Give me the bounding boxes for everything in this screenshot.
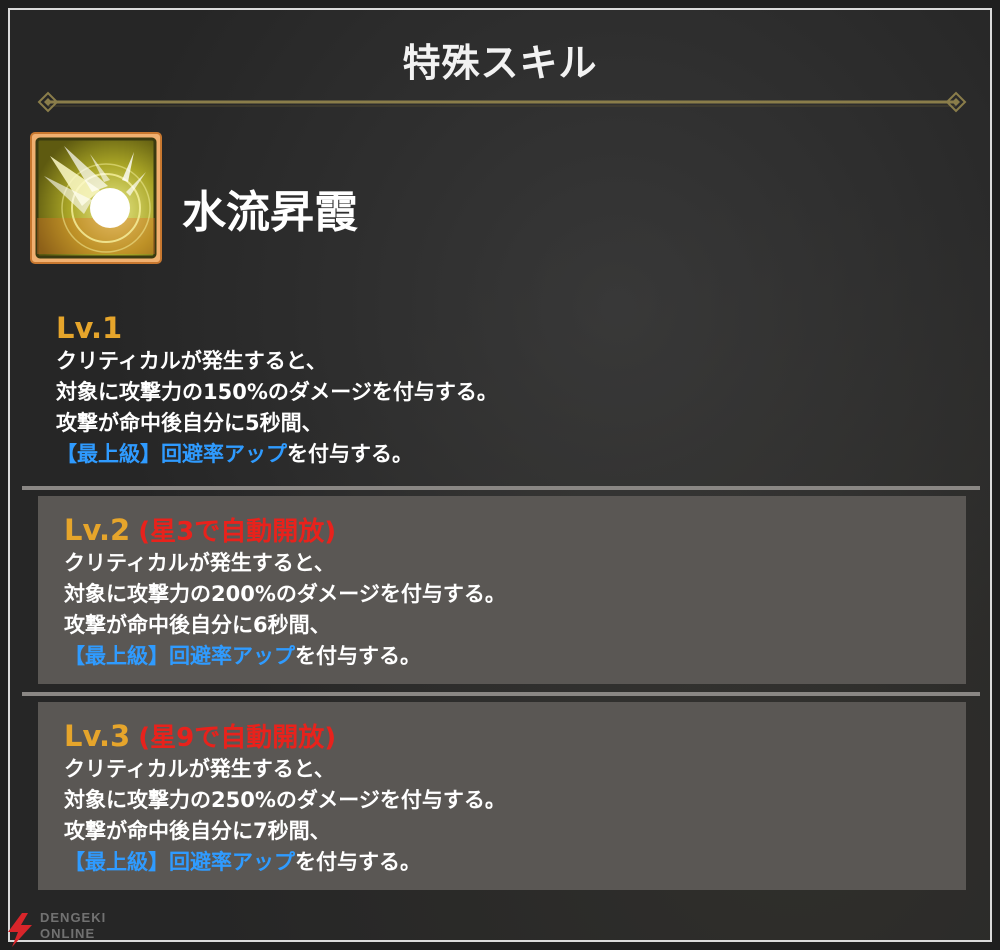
- level-desc-line: 【最上級】回避率アップを付与する。: [64, 847, 966, 878]
- watermark-text: DENGEKI ONLINE: [40, 910, 106, 942]
- level-desc-line: 【最上級】回避率アップを付与する。: [64, 641, 966, 672]
- comet-burst-icon[interactable]: [30, 132, 162, 264]
- level-desc-line: 対象に攻撃力の250%のダメージを付与する。: [64, 788, 506, 812]
- level-label: Lv.2: [64, 513, 131, 547]
- level-desc-line: 対象に攻撃力の150%のダメージを付与する。: [56, 380, 498, 404]
- level-desc-line: 【最上級】回避率アップを付与する。: [56, 439, 996, 470]
- level-label: Lv.1: [56, 311, 123, 345]
- site-watermark: DENGEKI ONLINE: [0, 908, 120, 948]
- unlock-condition: (星9で自動開放): [138, 723, 337, 753]
- level-desc-suffix: を付与する。: [287, 442, 413, 466]
- skill-name: 水流昇霞: [182, 187, 358, 238]
- level-header: Lv.2 (星3で自動開放): [64, 512, 966, 548]
- skill-level-3: Lv.3 (星9で自動開放) クリティカルが発生すると、 対象に攻撃力の250%の…: [38, 702, 966, 890]
- skill-level-2: Lv.2 (星3で自動開放) クリティカルが発生すると、 対象に攻撃力の200%の…: [38, 496, 966, 684]
- level-desc-line: 攻撃が命中後自分に5秒間、: [56, 411, 323, 435]
- level-label: Lv.3: [64, 719, 131, 753]
- level-desc-line: クリティカルが発生すると、: [64, 757, 335, 781]
- level-desc-line: 攻撃が命中後自分に7秒間、: [64, 819, 331, 843]
- level-desc-line: クリティカルが発生すると、: [64, 551, 335, 575]
- skill-dialog: 特殊スキル 水流昇霞 Lv.1 クリティカルが発生すると、 対象に攻撃力の150…: [8, 8, 992, 942]
- level-header: Lv.1: [56, 310, 996, 346]
- level-desc-line: クリティカルが発生すると、: [56, 349, 327, 373]
- lightning-bolt-icon: [8, 913, 32, 947]
- skill-level-1: Lv.1 クリティカルが発生すると、 対象に攻撃力の150%のダメージを付与する…: [30, 310, 996, 470]
- watermark-line: ONLINE: [40, 926, 96, 941]
- title-divider: [37, 91, 967, 113]
- level-header: Lv.3 (星9で自動開放): [64, 718, 966, 754]
- buff-name: 【最上級】回避率アップ: [64, 644, 295, 668]
- level-desc-suffix: を付与する。: [295, 644, 421, 668]
- level-desc-line: 対象に攻撃力の200%のダメージを付与する。: [64, 582, 506, 606]
- level-separator: [22, 692, 980, 696]
- buff-name: 【最上級】回避率アップ: [64, 850, 295, 874]
- level-desc-suffix: を付与する。: [295, 850, 421, 874]
- watermark-line: DENGEKI: [40, 910, 107, 925]
- unlock-condition: (星3で自動開放): [138, 517, 337, 547]
- level-desc-line: 攻撃が命中後自分に6秒間、: [64, 613, 331, 637]
- level-separator: [22, 486, 980, 490]
- dialog-title: 特殊スキル: [402, 41, 598, 85]
- buff-name: 【最上級】回避率アップ: [56, 442, 287, 466]
